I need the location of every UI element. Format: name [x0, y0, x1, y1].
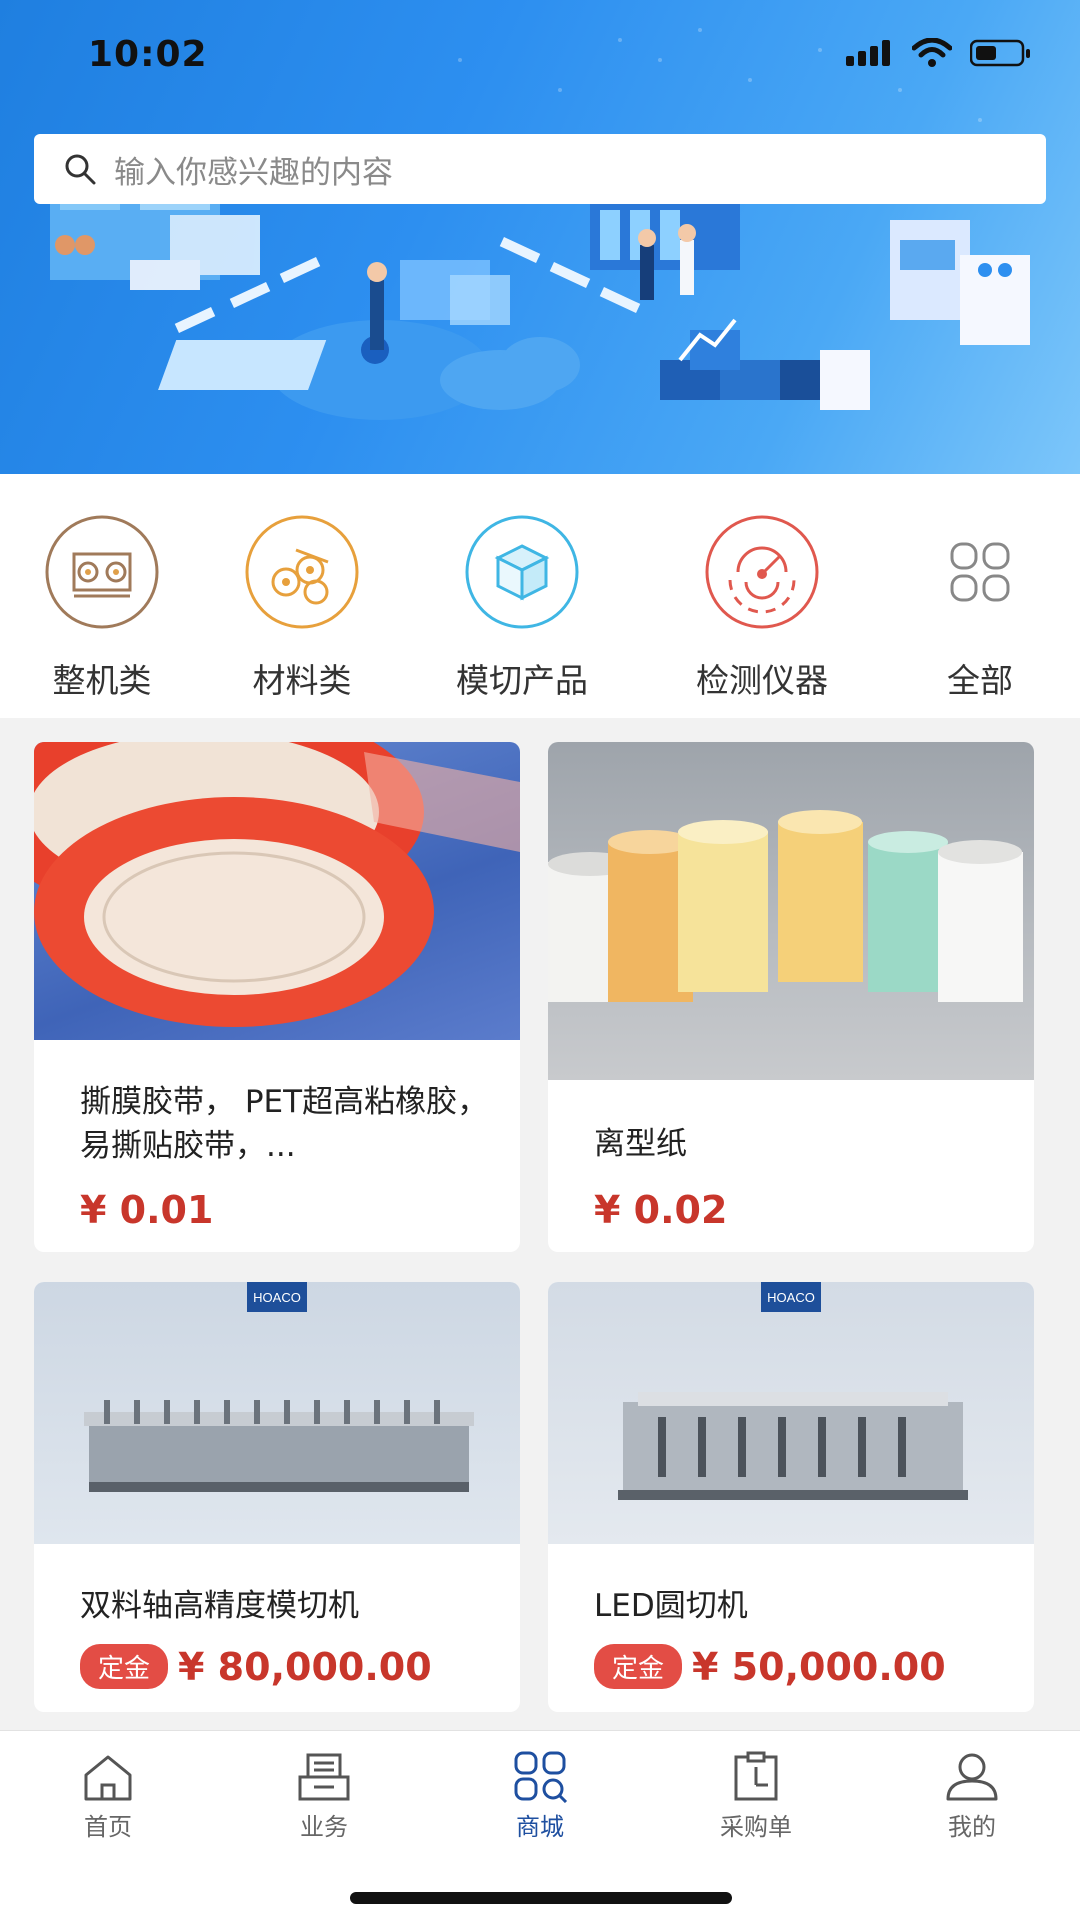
product-image [34, 742, 520, 1040]
price-value: ¥ 0.02 [594, 1188, 728, 1232]
tab-business[interactable]: 业务 [254, 1751, 394, 1842]
product-price: 定金 ¥ 80,000.00 [80, 1644, 432, 1689]
category-label: 材料类 [252, 661, 352, 700]
tab-mall[interactable]: 商城 [470, 1751, 610, 1842]
tab-label: 商城 [516, 1813, 564, 1841]
product-card[interactable]: HOACO 双料轴高精度模切机 定金 ¥ 80,000.00 [34, 1282, 520, 1712]
product-image: HOACO [548, 1282, 1034, 1544]
product-image: HOACO [34, 1282, 520, 1544]
product-price: ¥ 0.02 [594, 1188, 727, 1232]
tab-purchase-order[interactable]: 采购单 [686, 1751, 826, 1842]
business-icon [298, 1753, 350, 1801]
product-card[interactable]: 撕膜胶带， PET超高粘橡胶，易撕贴胶带，... ¥ 0.01 [34, 742, 520, 1252]
tab-label: 我的 [948, 1813, 996, 1841]
status-bar: 10:02 [0, 0, 1080, 110]
category-label: 模切产品 [456, 661, 588, 700]
search-icon [65, 154, 96, 185]
user-icon [946, 1753, 998, 1801]
product-title: LED圆切机 [594, 1588, 748, 1624]
material-rolls-icon [244, 514, 360, 630]
status-icons [846, 38, 1032, 68]
search-placeholder: 输入你感兴趣的内容 [114, 154, 393, 191]
tab-label: 业务 [300, 1813, 348, 1841]
deposit-badge: 定金 [80, 1644, 169, 1689]
box-icon [464, 514, 580, 630]
deposit-badge: 定金 [594, 1644, 683, 1689]
home-indicator[interactable] [350, 1892, 732, 1904]
tab-mine[interactable]: 我的 [902, 1751, 1042, 1842]
product-card[interactable]: 离型纸 ¥ 0.02 [548, 742, 1034, 1252]
search-bar[interactable]: 输入你感兴趣的内容 [34, 134, 1046, 204]
product-price: ¥ 0.01 [80, 1188, 213, 1232]
category-label: 检测仪器 [696, 661, 828, 700]
price-value: ¥ 80,000.00 [178, 1644, 432, 1689]
brand-logo: HOACO [767, 1290, 815, 1305]
mall-icon [514, 1751, 568, 1803]
battery-icon [970, 39, 1030, 67]
category-machines[interactable]: 整机类 [2, 514, 202, 702]
product-card[interactable]: HOACO LED圆切机 定金 ¥ 50,000.00 [548, 1282, 1034, 1712]
tab-label: 采购单 [720, 1813, 792, 1841]
tab-home[interactable]: 首页 [38, 1751, 178, 1842]
product-title: 撕膜胶带， PET超高粘橡胶，易撕贴胶带，... [80, 1084, 489, 1164]
brand-logo: HOACO [253, 1290, 301, 1305]
grid-icon [922, 514, 1038, 630]
product-image [548, 742, 1034, 1080]
category-label: 整机类 [52, 661, 152, 700]
category-instruments[interactable]: 检测仪器 [662, 514, 862, 702]
product-title: 双料轴高精度模切机 [80, 1588, 359, 1624]
category-die-cut[interactable]: 模切产品 [422, 514, 622, 702]
machine-icon [44, 514, 160, 630]
tab-label: 首页 [84, 1813, 132, 1841]
product-title: 离型纸 [594, 1126, 687, 1162]
purchase-order-icon [734, 1751, 778, 1801]
category-label: 全部 [947, 661, 1013, 700]
category-row: 整机类 材料类 模切产品 检测仪器 全部 [0, 474, 1080, 718]
category-all[interactable]: 全部 [880, 514, 1080, 702]
product-price: 定金 ¥ 50,000.00 [594, 1644, 946, 1689]
wifi-icon [912, 38, 952, 67]
price-value: ¥ 50,000.00 [692, 1644, 946, 1689]
radar-icon [704, 514, 820, 630]
price-value: ¥ 0.01 [80, 1188, 214, 1232]
status-time: 10:02 [88, 34, 208, 75]
category-materials[interactable]: 材料类 [202, 514, 402, 702]
banner[interactable]: 10:02 输入你感兴趣的内容 [0, 0, 1080, 474]
signal-icon [846, 40, 890, 66]
home-icon [84, 1755, 132, 1801]
